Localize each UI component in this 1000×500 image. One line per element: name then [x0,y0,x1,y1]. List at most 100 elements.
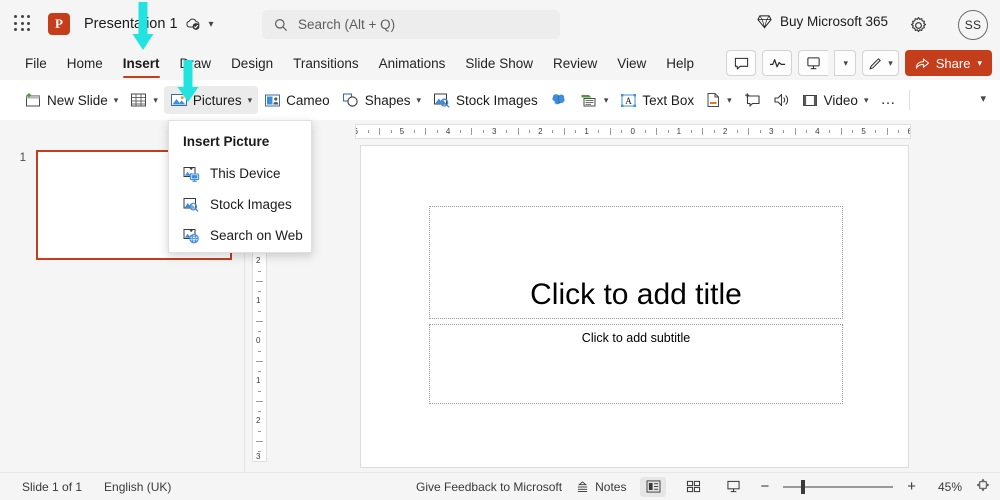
header-footer-button[interactable]: ▾ [700,86,738,114]
app-launcher-icon[interactable] [14,15,32,33]
vertical-ruler[interactable]: 3210123 [252,220,267,462]
shapes-button[interactable]: Shapes ▾ [336,86,427,114]
zoom-slider-knob[interactable] [801,479,806,494]
fit-to-window-button[interactable] [976,478,990,495]
tab-home[interactable]: Home [58,53,112,75]
smartart-button[interactable]: ▾ [574,86,615,114]
zoom-out-button[interactable]: − [760,478,769,495]
buy-microsoft-365-button[interactable]: Buy Microsoft 365 [757,14,888,29]
title-chevron-down-icon[interactable]: ▾ [209,19,214,30]
tab-animations[interactable]: Animations [370,53,455,75]
tab-insert[interactable]: Insert [114,53,169,78]
text-box-button[interactable]: A Text Box [614,86,700,114]
menu-item-stock-images[interactable]: Stock Images [169,189,311,220]
chevron-down-icon: ▾ [113,94,119,105]
ruler-tick [609,128,611,135]
audio-icon [774,93,788,107]
video-button[interactable]: Video ▾ [796,86,875,114]
pen-tools-button[interactable]: ▾ [862,50,899,76]
tab-slide-show[interactable]: Slide Show [456,53,542,75]
chevron-down-icon: ▾ [727,94,732,105]
audio-button[interactable] [767,86,796,114]
ruler-tick [759,130,761,133]
activity-button[interactable] [762,50,793,76]
ruler-tick-label: 2 [722,127,728,136]
menu-item-stock-images-label: Stock Images [210,197,292,212]
new-slide-button[interactable]: New Slide ▾ [18,86,124,114]
pictures-label: Pictures [192,92,242,108]
menu-item-this-device[interactable]: This Device [169,158,311,189]
buy-microsoft-365-label: Buy Microsoft 365 [779,14,888,29]
more-commands-button[interactable]: … [874,86,903,114]
ruler-tick [258,351,261,352]
view-normal-button[interactable] [640,476,667,497]
zoom-slider[interactable] [783,479,894,494]
pictures-button[interactable]: Pictures ▾ [163,86,259,114]
language-label[interactable]: English (UK) [104,480,171,494]
settings-gear-icon[interactable] [909,16,928,40]
tab-file[interactable]: File [16,53,56,75]
ruler-tick [517,128,519,135]
present-button[interactable] [798,50,829,76]
search-input[interactable]: Search (Alt + Q) [262,10,560,39]
ruler-tick-label: 6 [908,128,911,136]
3d-models-button[interactable] [544,86,574,114]
ruler-tick [459,130,461,133]
stock-images-button[interactable]: Stock Images [427,86,544,114]
menu-item-search-on-web[interactable]: Search on Web [169,220,311,251]
menu-item-search-on-web-label: Search on Web [210,228,303,243]
title-placeholder[interactable]: Click to add title [429,206,843,319]
ruler-tick [506,130,508,133]
view-slide-sorter-button[interactable] [680,477,706,497]
ruler-tick [367,130,369,133]
notes-button[interactable]: Notes [576,480,626,494]
ruler-tick-label: 4 [445,127,451,136]
icons-3d-icon [552,94,565,105]
ruler-tick [886,128,888,135]
text-box-label: Text Box [642,92,695,108]
stock-images-icon [434,93,450,108]
tab-review[interactable]: Review [544,53,606,75]
tab-design[interactable]: Design [222,53,282,75]
comments-button[interactable] [726,50,757,76]
ribbon-tab-bar: File Home Insert Draw Design Transitions… [0,48,1000,80]
search-placeholder: Search (Alt + Q) [298,17,396,32]
comment-icon [734,57,748,69]
chevron-down-icon: ▾ [888,57,893,68]
tab-view[interactable]: View [608,53,655,75]
status-bar: Slide 1 of 1 English (UK) Give Feedback … [0,472,1000,500]
ruler-tick [436,130,438,133]
feedback-button[interactable]: Give Feedback to Microsoft [416,480,562,494]
present-dropdown-button[interactable]: ▾ [834,50,857,76]
comment-icon [744,93,760,107]
tab-help[interactable]: Help [657,53,703,75]
insert-comment-button[interactable] [738,86,767,114]
ellipsis-icon: … [880,91,897,108]
tab-transitions[interactable]: Transitions [284,53,368,75]
zoom-level-label[interactable]: 45% [930,480,962,494]
slide-count-label[interactable]: Slide 1 of 1 [22,480,82,494]
ruler-tick [690,130,692,133]
ruler-tick-label: 5 [399,127,405,136]
document-title[interactable]: Presentation 1 [84,16,178,32]
share-button[interactable]: Share ▾ [904,50,992,76]
subtitle-placeholder[interactable]: Click to add subtitle [429,324,843,404]
view-reading-button[interactable] [720,477,746,497]
insert-picture-menu: Insert Picture This Device Stock Images [168,120,312,253]
tab-draw[interactable]: Draw [171,53,221,75]
ribbon-collapse-button[interactable]: ▾ [980,92,986,105]
slide-canvas[interactable]: Click to add title Click to add subtitle [360,145,909,468]
cameo-button[interactable]: Cameo [258,86,336,114]
user-avatar[interactable]: SS [958,10,988,40]
ruler-tick-label: 0 [630,127,635,136]
zoom-in-button[interactable]: + [907,478,916,495]
powerpoint-window: P Presentation 1 ▾ Search (Alt + Q) Buy … [0,0,1000,500]
ruler-tick [256,361,263,362]
autosave-cloud-icon[interactable] [185,17,201,31]
ruler-tick [256,401,263,402]
normal-view-icon [646,480,661,493]
insert-picture-menu-header: Insert Picture [183,134,270,149]
ruler-tick [898,130,900,133]
horizontal-ruler[interactable]: 6 5 4 3 2 1 0 1 2 3 4 5 6 [355,124,911,139]
table-button[interactable]: ▾ [124,86,164,114]
